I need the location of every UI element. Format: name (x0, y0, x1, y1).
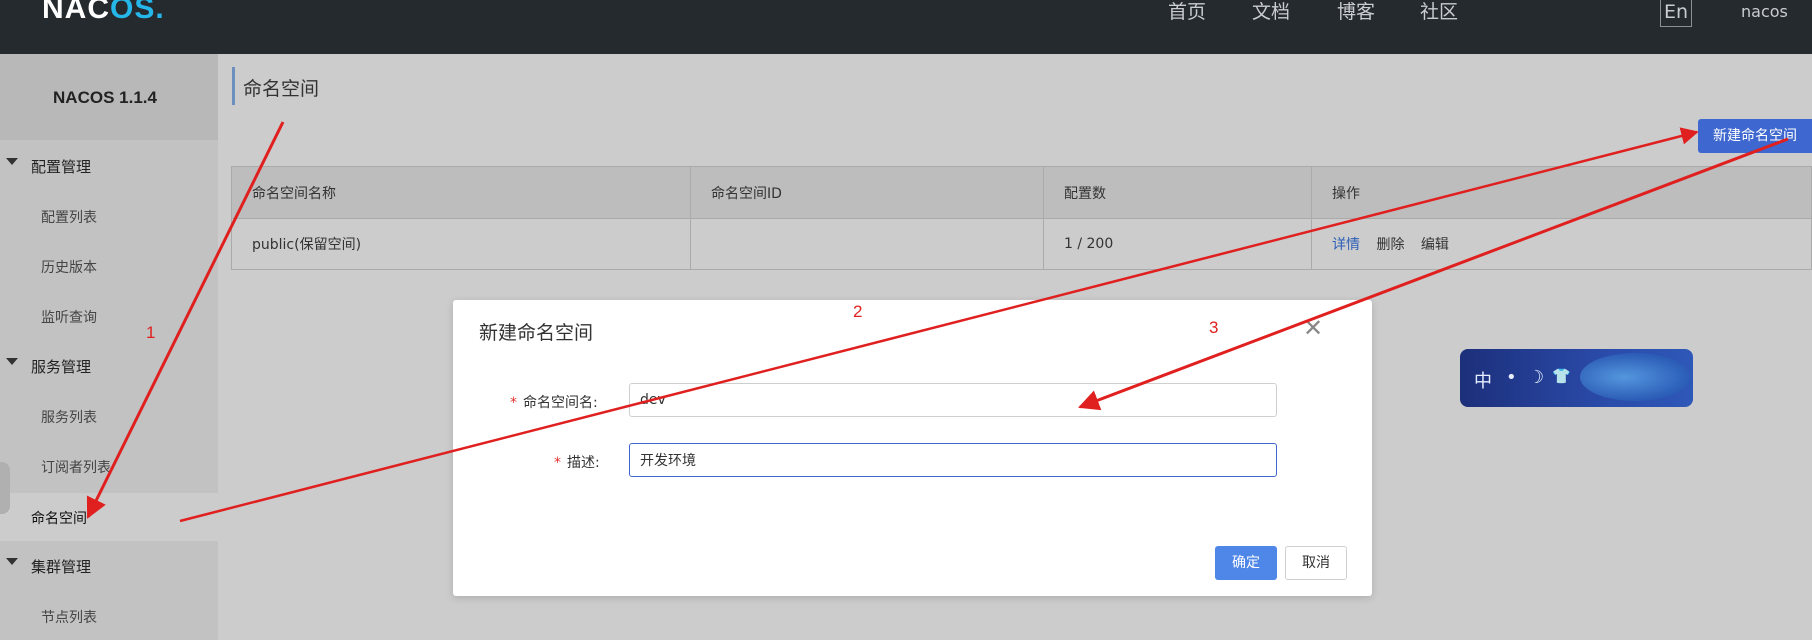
sidebar-item-service-list[interactable]: 服务列表 (0, 396, 218, 436)
namespace-name-input[interactable] (629, 383, 1277, 417)
sidebar-item-listener-query[interactable]: 监听查询 (0, 296, 218, 336)
nav-home[interactable]: 首页 (1168, 0, 1206, 24)
namespace-name-cell: public(保留空间) (231, 218, 691, 270)
dot-icon[interactable]: • (1506, 367, 1517, 388)
caret-down-icon (6, 358, 18, 365)
sidebar-item-label: 订阅者列表 (41, 460, 111, 476)
annotation-label-2: 2 (853, 302, 863, 321)
column-header-id: 命名空间ID (690, 166, 1044, 219)
operations-cell: 详情 删除 编辑 (1311, 218, 1812, 270)
nav-blog[interactable]: 博客 (1337, 0, 1375, 24)
label-text: 描述: (567, 455, 600, 471)
nav-community[interactable]: 社区 (1420, 0, 1458, 24)
chinese-toggle-icon[interactable]: 中 (1474, 367, 1492, 393)
moon-icon[interactable]: ☽ (1528, 367, 1544, 388)
column-header-name: 命名空间名称 (231, 166, 691, 219)
sidebar-group-label: 服务管理 (31, 358, 92, 376)
namespace-table: 命名空间名称 命名空间ID 配置数 操作 public(保留空间) 1 / 20… (231, 166, 1812, 270)
user-menu[interactable]: nacos (1741, 2, 1788, 21)
delete-link[interactable]: 删除 (1376, 237, 1404, 253)
table-header-row: 命名空间名称 命名空间ID 配置数 操作 (231, 166, 1812, 219)
sidebar: NACOS 1.1.4 配置管理 配置列表 历史版本 监听查询 服务管理 服务列… (0, 54, 218, 640)
sidebar-item-label: 监听查询 (41, 310, 97, 326)
sidebar-item-label: 服务列表 (41, 410, 97, 426)
caret-down-icon (6, 558, 18, 565)
new-namespace-dialog: 新建命名空间 ✕ * 命名空间名: * 描述: 确定 取消 (453, 300, 1372, 596)
required-asterisk: * (510, 395, 517, 411)
edit-link[interactable]: 编辑 (1421, 237, 1449, 253)
page-title: 命名空间 (243, 78, 320, 100)
floating-toolbar-badge[interactable]: 中 • ☽ 👕 (1460, 349, 1693, 407)
description-input[interactable] (629, 443, 1277, 477)
caret-down-icon (6, 158, 18, 165)
namespace-name-label: * 命名空间名: (510, 392, 598, 412)
product-version: NACOS 1.1.4 (53, 88, 157, 107)
sidebar-group-service[interactable]: 服务管理 (0, 346, 218, 386)
column-header-ops: 操作 (1311, 166, 1812, 219)
sidebar-group-cluster[interactable]: 集群管理 (0, 546, 218, 586)
sidebar-group-config[interactable]: 配置管理 (0, 146, 218, 186)
sidebar-item-label: 命名空间 (31, 511, 87, 527)
sidebar-header: NACOS 1.1.4 (0, 54, 218, 140)
sidebar-item-node-list[interactable]: 节点列表 (0, 596, 218, 636)
new-namespace-button[interactable]: 新建命名空间 (1698, 119, 1812, 153)
description-label: * 描述: (554, 452, 600, 472)
table-row: public(保留空间) 1 / 200 详情 删除 编辑 (231, 218, 1812, 270)
config-count-cell: 1 / 200 (1043, 218, 1312, 270)
sidebar-item-config-list[interactable]: 配置列表 (0, 196, 218, 236)
sidebar-item-label: 配置列表 (41, 210, 97, 226)
whale-illustration (1580, 353, 1690, 401)
nav-docs[interactable]: 文档 (1252, 0, 1290, 24)
namespace-id-cell (690, 218, 1044, 270)
dialog-title: 新建命名空间 (479, 322, 594, 344)
confirm-button[interactable]: 确定 (1215, 546, 1277, 580)
sidebar-item-subscribers[interactable]: 订阅者列表 (0, 446, 218, 486)
close-icon[interactable]: ✕ (1301, 316, 1325, 340)
detail-link[interactable]: 详情 (1332, 237, 1360, 253)
sidebar-group-label: 集群管理 (31, 558, 92, 576)
top-navbar: NACOS. 首页 文档 博客 社区 En nacos (0, 0, 1812, 54)
language-switch[interactable]: En (1660, 0, 1692, 27)
sidebar-group-label: 配置管理 (31, 158, 92, 176)
title-accent-bar (232, 67, 235, 105)
cancel-button[interactable]: 取消 (1285, 546, 1347, 580)
annotation-label-1: 1 (146, 323, 156, 342)
annotation-label-3: 3 (1209, 318, 1219, 337)
sidebar-item-namespace[interactable]: 命名空间 (0, 493, 218, 541)
column-header-count: 配置数 (1043, 166, 1312, 219)
sidebar-item-label: 历史版本 (41, 260, 97, 276)
nacos-logo[interactable]: NACOS. (42, 0, 165, 24)
sidebar-collapse-handle[interactable] (0, 462, 10, 514)
sidebar-item-history[interactable]: 历史版本 (0, 246, 218, 286)
label-text: 命名空间名: (523, 395, 598, 411)
sidebar-item-label: 节点列表 (41, 610, 97, 626)
shirt-icon[interactable]: 👕 (1552, 367, 1571, 385)
required-asterisk: * (554, 455, 561, 471)
